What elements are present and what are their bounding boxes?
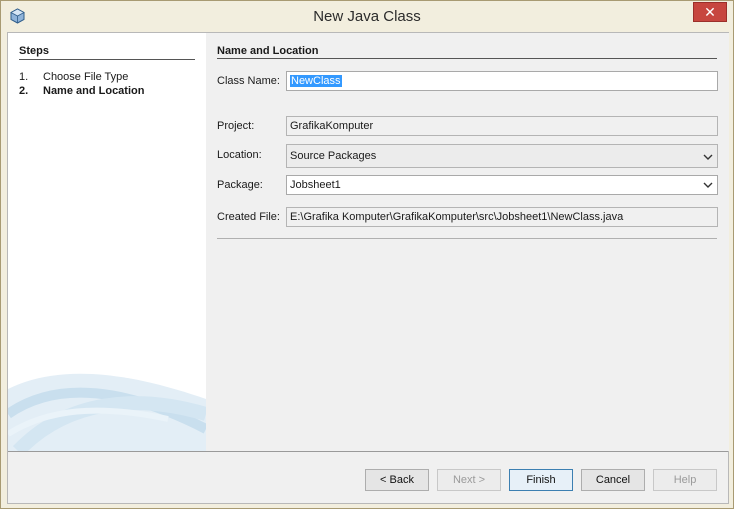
back-button[interactable]: < Back [365, 469, 429, 491]
finish-button[interactable]: Finish [509, 469, 573, 491]
chevron-down-icon [703, 182, 713, 188]
package-value: Jobsheet1 [290, 179, 341, 191]
project-value: GrafikaKomputer [290, 120, 374, 132]
created-file-label: Created File: [217, 211, 280, 223]
dialog-window: New Java Class ✕ Steps 1. Choose File Typ… [0, 0, 734, 509]
form-divider [217, 238, 717, 239]
project-label: Project: [217, 120, 255, 132]
location-select[interactable]: Source Packages [286, 144, 718, 168]
created-file-value: E:\Grafika Komputer\GrafikaKomputer\src\… [290, 211, 624, 223]
class-name-input[interactable]: NewClass [286, 71, 718, 91]
location-value: Source Packages [290, 150, 377, 162]
decorative-swoosh [8, 373, 206, 451]
step-number: 1. [19, 71, 29, 83]
step-label: Choose File Type [43, 71, 129, 83]
step-number: 2. [19, 85, 29, 97]
section-title: Name and Location [217, 45, 319, 57]
steps-divider [19, 59, 195, 60]
step-label: Name and Location [43, 85, 145, 97]
package-combo[interactable]: Jobsheet1 [286, 175, 718, 195]
class-name-value: NewClass [290, 75, 342, 87]
steps-heading: Steps [19, 45, 49, 57]
section-divider [217, 58, 717, 59]
help-button[interactable]: Help [653, 469, 717, 491]
project-field: GrafikaKomputer [286, 116, 718, 136]
dialog-content: Steps 1. Choose File Type 2. Name and Loca… [7, 32, 729, 504]
class-name-label: Class Name: [217, 75, 280, 87]
next-button[interactable]: Next > [437, 469, 501, 491]
location-label: Location: [217, 149, 262, 161]
window-title: New Java Class [313, 8, 421, 25]
close-icon: ✕ [704, 4, 716, 20]
footer-divider [8, 451, 728, 452]
steps-panel: Steps 1. Choose File Type 2. Name and Loca… [8, 33, 206, 451]
cancel-button[interactable]: Cancel [581, 469, 645, 491]
created-file-field: E:\Grafika Komputer\GrafikaKomputer\src\… [286, 207, 718, 227]
close-button[interactable]: ✕ [693, 2, 727, 22]
step-choose-file-type: 1. Choose File Type [19, 71, 128, 83]
package-label: Package: [217, 179, 263, 191]
chevron-down-icon [703, 154, 713, 160]
title-bar[interactable]: New Java Class ✕ [1, 1, 733, 31]
form-panel: Name and Location Class Name: NewClass P… [206, 33, 729, 451]
step-name-and-location: 2. Name and Location [19, 85, 144, 97]
